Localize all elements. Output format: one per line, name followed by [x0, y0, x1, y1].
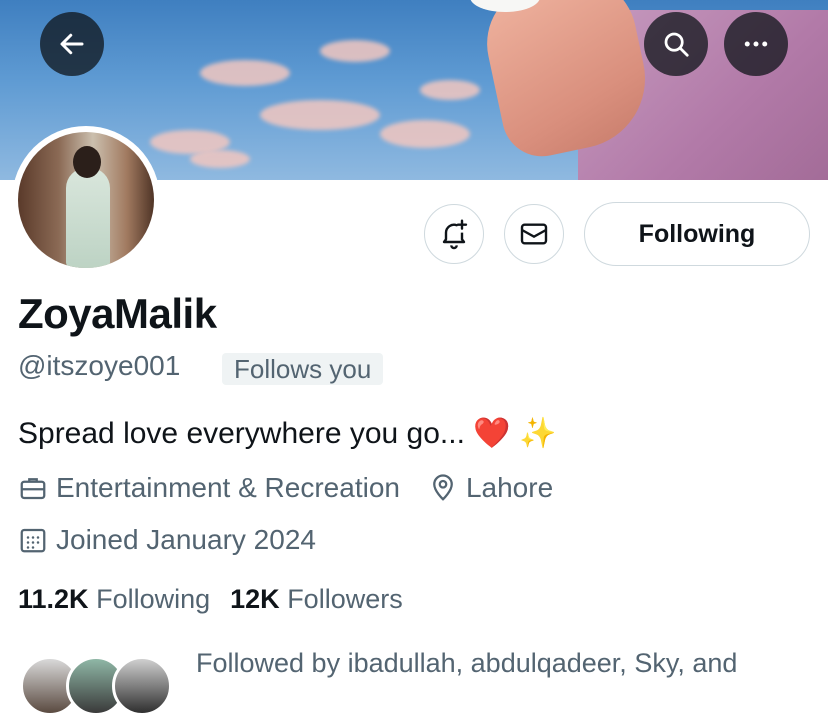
banner-cloud: [190, 150, 250, 168]
followed-by-text[interactable]: Followed by ibadullah, abdulqadeer, Sky,…: [196, 648, 737, 679]
follower-avatar[interactable]: [112, 656, 172, 716]
display-name: ZoyaMalik: [18, 290, 217, 337]
arrow-left-icon: [60, 33, 84, 55]
more-horizontal-icon: [744, 41, 768, 47]
search-icon: [664, 32, 689, 57]
followers-count: 12K: [230, 584, 280, 614]
message-button[interactable]: [504, 204, 564, 264]
location-pin-icon: [433, 474, 453, 501]
profile-meta-row: Entertainment & Recreation Lahore: [18, 472, 553, 504]
banner-cloud: [260, 100, 380, 130]
follows-you-badge: Follows you: [222, 353, 384, 385]
search-button[interactable]: [644, 12, 708, 76]
profile-location: Lahore: [465, 472, 554, 503]
bio-text: Spread love everywhere you go...: [18, 417, 465, 450]
user-handle: @itszoye001: [18, 350, 181, 381]
avatar-image: [18, 132, 154, 268]
profile-category[interactable]: Entertainment & Recreation: [56, 472, 400, 504]
banner-cloud: [320, 40, 390, 62]
profile-joined-row: Joined January 2024: [18, 524, 316, 556]
following-label: Following: [96, 584, 211, 614]
banner-cloud: [380, 120, 470, 148]
briefcase-icon: [20, 478, 46, 500]
calendar-icon: [20, 528, 46, 553]
following-count: 11.2K: [18, 584, 89, 614]
followers-stat[interactable]: 12K Followers: [230, 584, 403, 615]
back-button[interactable]: [40, 12, 104, 76]
following-stat[interactable]: 11.2K Following: [18, 584, 210, 615]
bio: Spread love everywhere you go... ❤️ ✨: [18, 416, 556, 451]
following-button[interactable]: Following: [584, 202, 810, 266]
avatar-head: [73, 146, 101, 178]
more-button[interactable]: [724, 12, 788, 76]
notify-button[interactable]: [424, 204, 484, 264]
banner-cloud: [200, 60, 290, 86]
profile-joined: Joined January 2024: [56, 524, 316, 555]
heart-emoji: ❤️: [473, 416, 511, 451]
followers-label: Followers: [287, 584, 403, 614]
envelope-icon: [520, 223, 548, 245]
avatar-figure: [66, 168, 110, 268]
sparkles-emoji: ✨: [518, 416, 557, 451]
profile-stats: 11.2K Following 12K Followers: [18, 584, 403, 615]
banner-cloud: [420, 80, 480, 100]
avatar[interactable]: [12, 126, 160, 274]
bell-plus-icon: [442, 219, 468, 250]
